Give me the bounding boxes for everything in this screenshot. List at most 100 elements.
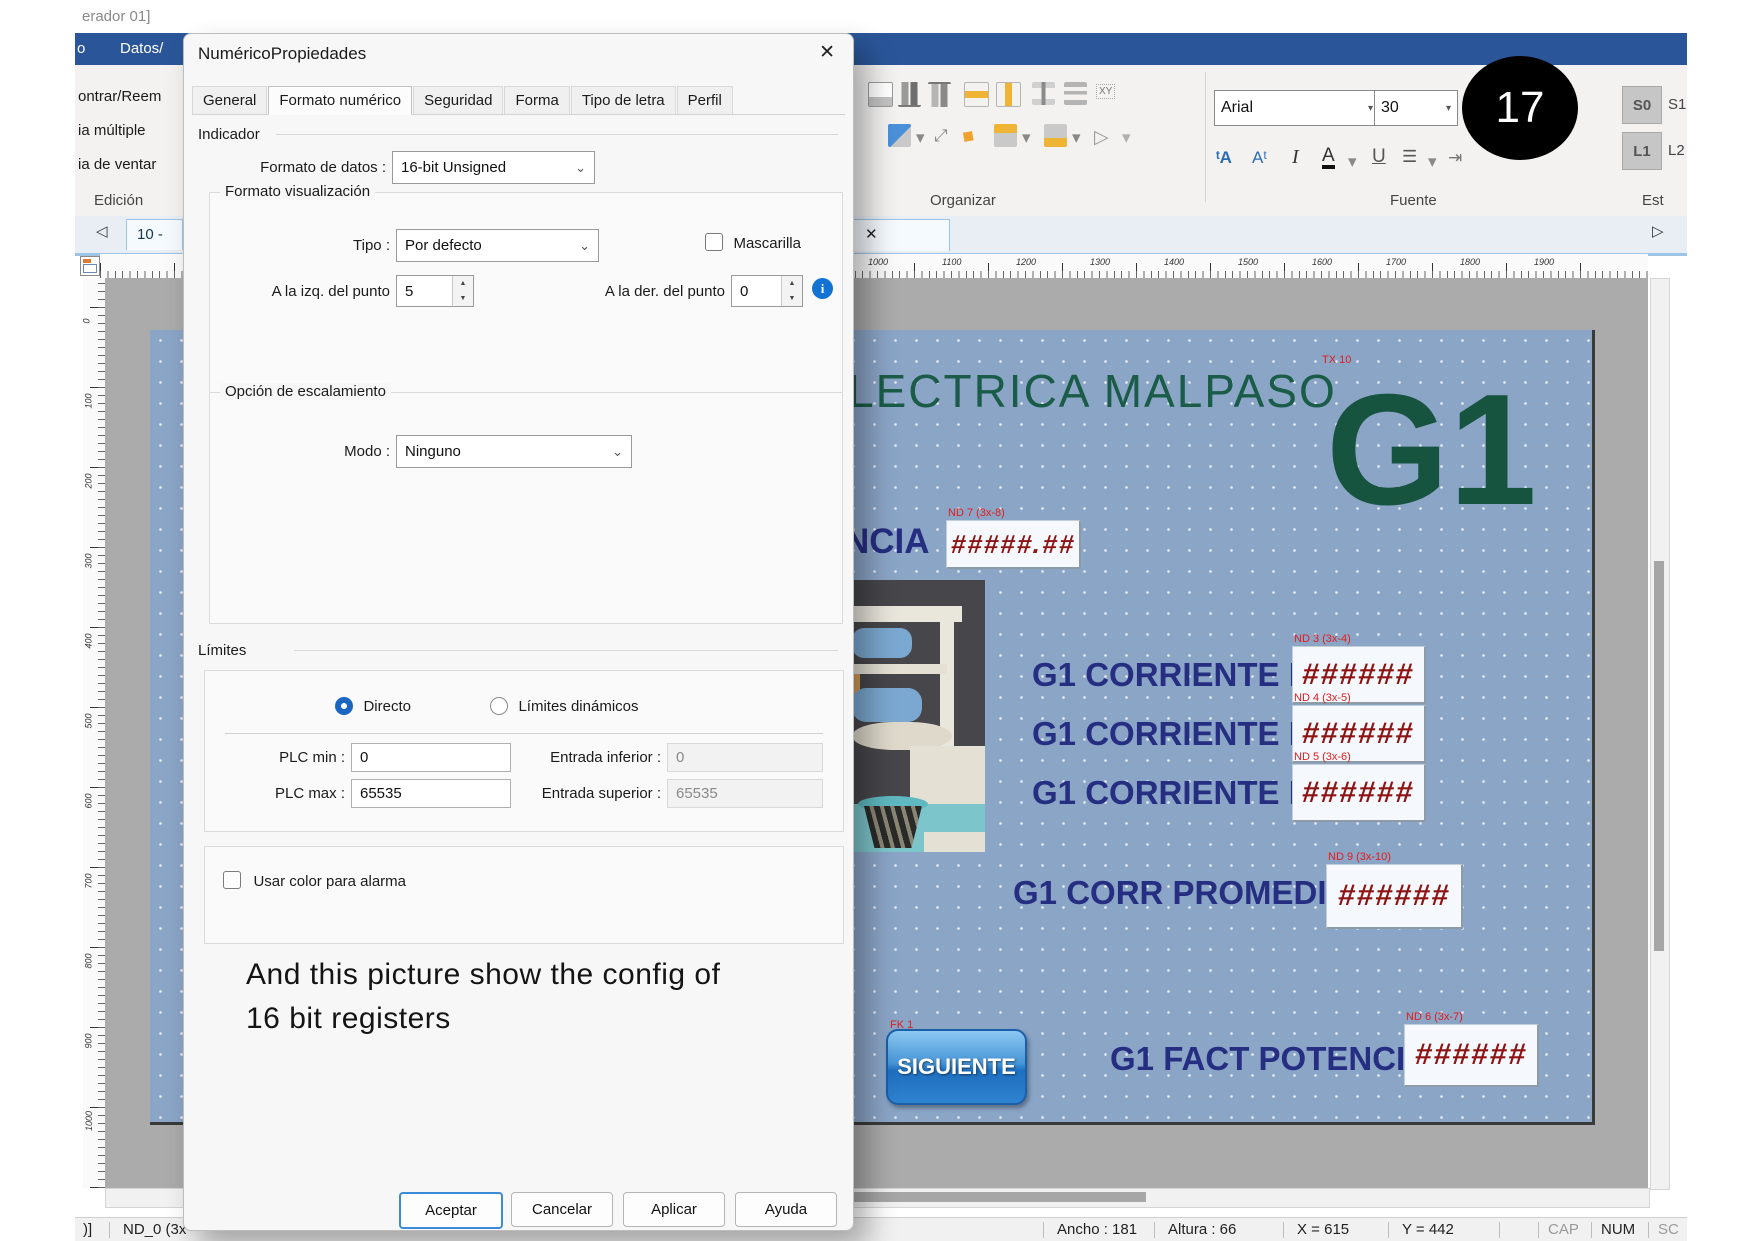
font-size-combo[interactable]: 30 ▾ (1374, 90, 1458, 126)
caret-icon[interactable]: ▾ (916, 128, 925, 148)
ribbon-button-label-copia-multiple[interactable]: ia múltiple (78, 122, 146, 139)
tab-scroll-left-icon[interactable]: ◁ (96, 222, 108, 240)
italic-icon[interactable]: I (1292, 146, 1299, 169)
tab-perfil[interactable]: Perfil (677, 86, 733, 114)
ruler-number: 1000 (84, 1111, 94, 1131)
fact-potencia-display[interactable]: ND 6 (3x-7) ###### (1404, 1024, 1539, 1087)
spin-up-icon[interactable]: ▲ (782, 276, 802, 291)
font-name-combo[interactable]: Arial ▾ (1214, 90, 1380, 126)
corriente-ib-label[interactable]: G1 CORRIENTE IB (1032, 715, 1322, 753)
vertical-scrollbar-thumb[interactable] (1654, 561, 1664, 951)
caret-icon[interactable]: ▾ (1072, 128, 1081, 148)
dinamicos-radio[interactable] (490, 697, 508, 715)
state-l1-button[interactable]: L1 (1622, 132, 1662, 170)
tab-seguridad[interactable]: Seguridad (413, 86, 503, 114)
rotate-play-icon[interactable]: ▷ (1094, 126, 1109, 149)
generator-id-text[interactable]: G1 (1326, 360, 1537, 541)
directo-radio-row[interactable]: Directo (335, 697, 411, 716)
ruler-corner-icon[interactable] (80, 256, 100, 276)
menu-fragment[interactable]: o (77, 40, 85, 57)
org-chart-icon[interactable] (1064, 82, 1087, 105)
caret-icon[interactable]: ▾ (1428, 152, 1437, 172)
corr-promedio-label[interactable]: G1 CORR PROMEDIO (1013, 874, 1352, 912)
siguiente-button[interactable]: FK 1 SIGUIENTE (886, 1029, 1027, 1105)
font-color-icon[interactable]: A (1322, 146, 1335, 169)
formato-datos-dropdown[interactable]: 16-bit Unsigned ⌄ (392, 151, 595, 184)
shrink-font-icon[interactable]: Aᵗ (1252, 148, 1267, 168)
tipo-dropdown[interactable]: Por defecto ⌄ (396, 229, 599, 262)
machine-image[interactable] (852, 580, 985, 852)
ungroup-objects-icon[interactable] (1044, 124, 1067, 147)
spin-up-icon[interactable]: ▲ (453, 276, 473, 291)
vertical-scrollbar[interactable] (1650, 278, 1670, 1190)
bring-forward-icon[interactable] (888, 124, 911, 147)
resize-object-icon[interactable]: ⤢ (934, 126, 948, 146)
underline-icon[interactable]: U (1372, 146, 1386, 168)
distribute-horizontal-icon[interactable] (996, 82, 1021, 107)
horizontal-scrollbar-thumb[interactable] (853, 1192, 1146, 1202)
corriente-ia-label[interactable]: G1 CORRIENTE IA (1032, 656, 1322, 694)
ruler-number: 1000 (868, 257, 888, 267)
screen-title[interactable]: LECTRICA MALPASO (848, 364, 1337, 418)
state-s0-button[interactable]: S0 (1622, 86, 1662, 124)
caret-icon[interactable]: ▾ (1022, 128, 1031, 148)
info-icon[interactable]: i (812, 278, 833, 299)
der-punto-spinner[interactable]: 0 ▲▼ (731, 275, 803, 307)
tab-formato-numerico[interactable]: Formato numérico (268, 86, 412, 115)
aplicar-button[interactable]: Aplicar (623, 1192, 725, 1227)
dinamicos-radio-row[interactable]: Límites dinámicos (490, 697, 639, 716)
directo-radio[interactable] (335, 697, 353, 715)
document-tab-active-end[interactable]: ✕ (852, 219, 950, 251)
spin-down-icon[interactable]: ▼ (782, 291, 802, 306)
potencia-label[interactable]: NCIA (844, 522, 930, 562)
caret-icon[interactable]: ▾ (1348, 152, 1357, 172)
xy-grid-icon[interactable]: XY (1096, 84, 1115, 99)
entrada-inferior-label: Entrada inferior : (523, 749, 661, 766)
state-l2-label[interactable]: L2 (1668, 142, 1685, 159)
plc-min-input[interactable] (351, 743, 511, 772)
chevron-down-icon[interactable]: ▾ (1446, 103, 1451, 114)
izq-punto-value[interactable]: 5 (397, 276, 452, 306)
tab-tipo-de-letra[interactable]: Tipo de letra (571, 86, 676, 114)
chevron-down-icon[interactable]: ▾ (1368, 103, 1373, 114)
entrada-inferior-input (667, 743, 823, 772)
dialog-close-icon[interactable]: ✕ (819, 41, 835, 64)
corr-promedio-display[interactable]: ND 9 (3x-10) ###### (1326, 864, 1463, 929)
state-s1-label[interactable]: S1 (1668, 96, 1686, 113)
indent-icon[interactable]: ⇥ (1448, 148, 1462, 168)
distribute-vertical-icon[interactable] (964, 82, 989, 107)
ribbon-button-label-encontrar[interactable]: ontrar/Reem (78, 88, 161, 105)
ribbon-button-label-copia-ventana[interactable]: ia de ventar (78, 156, 156, 173)
cancelar-button[interactable]: Cancelar (511, 1192, 613, 1227)
group-objects-icon[interactable] (994, 124, 1017, 147)
mascarilla-checkbox[interactable] (705, 233, 723, 251)
modo-dropdown[interactable]: Ninguno ⌄ (396, 435, 632, 468)
tab-forma[interactable]: Forma (504, 86, 569, 114)
usar-color-alarma-checkbox[interactable] (223, 871, 241, 889)
tab-general[interactable]: General (192, 86, 267, 114)
spin-down-icon[interactable]: ▼ (453, 291, 473, 306)
align-object-icon[interactable] (868, 82, 893, 107)
numeric-properties-dialog[interactable]: NuméricoPropiedades ✕ GeneralFormato num… (183, 33, 854, 1231)
tab-close-icon[interactable]: ✕ (865, 225, 878, 243)
grow-font-icon[interactable]: ᵗA (1216, 148, 1232, 168)
mascarilla-checkbox-row[interactable]: Mascarilla (705, 233, 801, 253)
caret-icon[interactable]: ▾ (1122, 128, 1131, 148)
align-bottom-icon[interactable] (898, 82, 921, 107)
usar-color-alarma-row[interactable]: Usar color para alarma (223, 871, 406, 891)
corriente-ic-label[interactable]: G1 CORRIENTE IC (1032, 774, 1322, 812)
corriente-ic-display[interactable]: ND 5 (3x-6) ###### (1292, 764, 1426, 822)
document-tab-10[interactable]: 10 - (126, 219, 183, 250)
menu-item-datos[interactable]: Datos/ (120, 40, 163, 57)
align-text-icon[interactable]: ☰ (1402, 147, 1417, 167)
align-top-icon[interactable] (928, 82, 951, 107)
potencia-display[interactable]: ND 7 (3x-8) #####.## (946, 520, 1081, 569)
aceptar-button[interactable]: Aceptar (399, 1192, 503, 1229)
tab-scroll-right-icon[interactable]: ▷ (1652, 222, 1664, 240)
izq-punto-spinner[interactable]: 5 ▲▼ (396, 275, 474, 307)
plc-max-input[interactable] (351, 779, 511, 808)
ayuda-button[interactable]: Ayuda (735, 1192, 837, 1227)
center-objects-icon[interactable] (1032, 82, 1055, 105)
der-punto-value[interactable]: 0 (732, 276, 781, 306)
fact-potencia-label[interactable]: G1 FACT POTENCIA (1110, 1040, 1429, 1078)
